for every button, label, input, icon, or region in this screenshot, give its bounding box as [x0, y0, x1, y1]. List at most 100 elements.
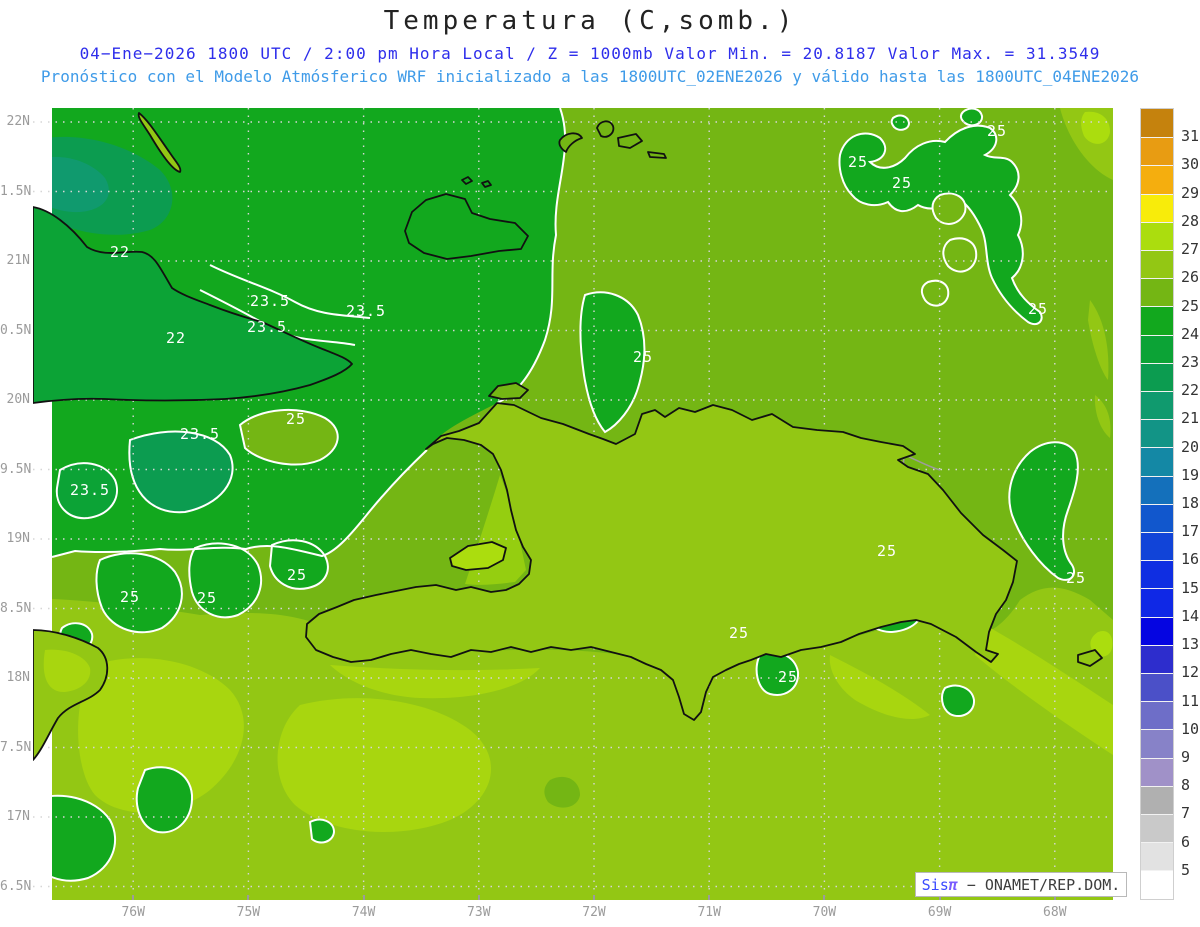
y-tick-label: 0.5N — [0, 322, 32, 338]
contour-value-label: 25 — [632, 348, 654, 366]
colorbar-segment — [1141, 785, 1173, 815]
colorbar-segment — [1141, 165, 1173, 194]
watermark-pi-icon: π — [948, 875, 958, 894]
y-tick-label: 21N — [6, 253, 30, 268]
x-tick-mark — [477, 895, 480, 900]
colorbar-value-label: 31 — [1181, 127, 1200, 146]
x-tick-mark — [132, 895, 135, 900]
page-title: Temperatura (C,somb.) — [383, 6, 797, 36]
colorbar-value-label: 19 — [1181, 465, 1200, 484]
y-tick-label: 22N — [6, 114, 30, 129]
colorbar-segment — [1141, 193, 1173, 222]
colorbar-value-label: 30 — [1181, 155, 1200, 174]
colorbar-value-label: 24 — [1181, 324, 1200, 343]
contour-value-label: 25 — [285, 410, 307, 428]
colorbar-segment — [1141, 109, 1173, 138]
x-tick-mark — [708, 895, 711, 900]
y-tick-label: 8.5N — [0, 600, 32, 616]
x-tick-label: 76W — [121, 905, 145, 920]
colorbar-segment — [1141, 560, 1173, 589]
x-tick-label: 68W — [1043, 905, 1067, 920]
colorbar-segment — [1141, 588, 1173, 617]
colorbar-value-label: 5 — [1181, 860, 1191, 879]
contour-value-label: 23.5 — [246, 318, 288, 336]
weather-map-page: Temperatura (C,somb.) 04−Ene−2026 1800 U… — [0, 0, 1200, 927]
y-tick-label: 20N — [6, 392, 30, 407]
colorbar-segment — [1141, 419, 1173, 448]
colorbar-segment — [1141, 334, 1173, 363]
y-tick-label: 18N — [6, 670, 30, 685]
x-tick-label: 70W — [812, 905, 837, 920]
colorbar-segment — [1141, 673, 1173, 702]
colorbar-segment — [1141, 842, 1173, 871]
colorbar-value-label: 12 — [1181, 663, 1200, 682]
y-tick-label: 9.5N — [0, 461, 32, 477]
contour-value-label: 23.5 — [179, 425, 221, 443]
colorbar-value-label: 26 — [1181, 268, 1200, 287]
colorbar-value-label: 20 — [1181, 437, 1200, 456]
y-tick-label: 19N — [6, 531, 30, 546]
x-tick-label: 71W — [697, 905, 721, 920]
turks-cay-2 — [596, 120, 615, 138]
colorbar-segment — [1141, 616, 1173, 645]
colorbar-segment — [1141, 391, 1173, 420]
contour-value-label: 23.5 — [69, 481, 111, 499]
watermark-sis: Sis — [921, 875, 949, 894]
x-tick-label: 69W — [927, 905, 952, 920]
model-info-line: Pronóstico con el Modelo Atmósferico WRF… — [40, 67, 1140, 86]
contour-value-label: 25 — [876, 542, 898, 560]
colorbar-segment — [1141, 137, 1173, 166]
colorbar-value-label: 13 — [1181, 635, 1200, 654]
contour-value-label: 25 — [119, 588, 141, 606]
colorbar-segment — [1141, 757, 1173, 786]
colorbar-value-label: 21 — [1181, 409, 1200, 428]
colorbar-value-label: 14 — [1181, 606, 1200, 625]
colorbar-value-label: 6 — [1181, 832, 1191, 851]
x-tick-mark — [247, 895, 250, 900]
contour-value-label: 25 — [777, 668, 799, 686]
watermark: Sis π − ONAMET/REP.DOM. — [915, 872, 1127, 897]
y-tick-label: 6.5N — [0, 878, 32, 894]
contour-value-label: 25 — [847, 153, 869, 171]
colorbar-segment — [1141, 814, 1173, 843]
colorbar-value-label: 11 — [1181, 691, 1200, 710]
colorbar-segment — [1141, 362, 1173, 392]
contour-value-label: 23.5 — [249, 292, 291, 310]
colorbar-segment — [1141, 278, 1173, 307]
colorbar-value-label: 10 — [1181, 719, 1200, 738]
colorbar-value-label: 16 — [1181, 550, 1200, 569]
y-tick-label: 1.5N — [0, 183, 32, 199]
contour-value-label: 23.5 — [345, 302, 387, 320]
contour-value-label: 25 — [1065, 569, 1087, 587]
colorbar-value-label: 22 — [1181, 381, 1200, 400]
y-tick-label: 7.5N — [0, 739, 32, 755]
x-tick-label: 72W — [582, 905, 606, 920]
y-tick-label: 17N — [6, 809, 30, 824]
x-tick-label: 74W — [351, 905, 376, 920]
x-tick-label: 73W — [467, 905, 491, 920]
colorbar-value-label: 18 — [1181, 494, 1200, 512]
x-tick-label: 75W — [236, 905, 261, 920]
colorbar-value-label: 25 — [1181, 296, 1200, 315]
x-tick-mark — [823, 895, 826, 900]
colorbar-segment — [1141, 306, 1173, 335]
colorbar-segment — [1141, 503, 1173, 533]
colorbar-segment — [1141, 475, 1173, 504]
colorbar-value-label: 17 — [1181, 522, 1200, 541]
colorbar-value-label: 15 — [1181, 578, 1200, 597]
colorbar-segment — [1141, 644, 1173, 674]
contour-value-label: 25 — [891, 174, 913, 192]
colorbar-value-label: 27 — [1181, 240, 1200, 259]
contour-value-label: 25 — [986, 122, 1008, 140]
colorbar-segment — [1141, 729, 1173, 758]
colorbar-value-label: 9 — [1181, 747, 1191, 766]
temperature-map — [33, 108, 1127, 900]
x-tick-mark — [362, 895, 365, 900]
contour-value-label: 25 — [728, 624, 750, 642]
forecast-datetime-line: 04−Ene−2026 1800 UTC / 2:00 pm Hora Loca… — [79, 44, 1101, 63]
contour-value-label: 22 — [109, 243, 131, 261]
watermark-org: − ONAMET/REP.DOM. — [957, 875, 1121, 894]
contour-value-label: 25 — [196, 589, 218, 607]
colorbar-value-label: 23 — [1181, 352, 1200, 371]
contour-value-label: 25 — [286, 566, 308, 584]
